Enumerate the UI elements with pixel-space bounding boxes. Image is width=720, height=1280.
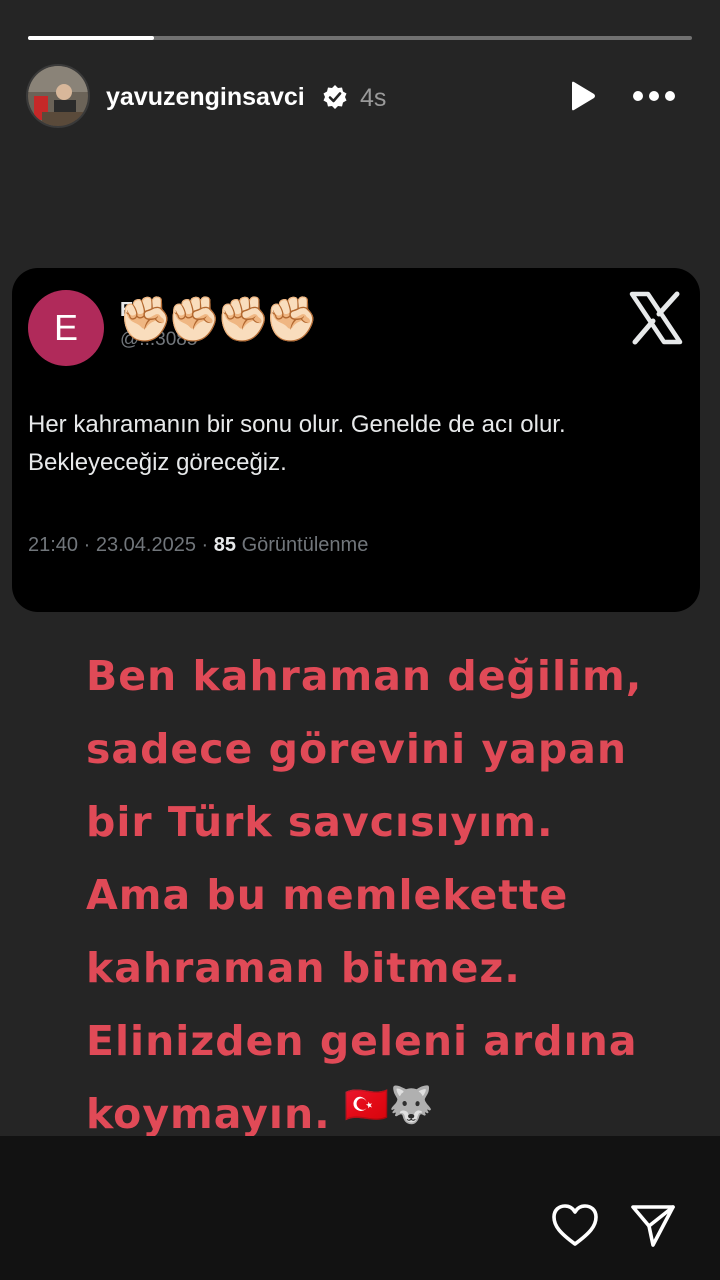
tweet-screenshot: E E... @...3085 ✊🏻✊🏻✊🏻✊🏻 Her kahramanın …: [12, 268, 700, 612]
meta-separator: ·: [201, 534, 209, 556]
meta-separator: ·: [83, 534, 91, 556]
story-username[interactable]: yavuzenginsavci: [106, 83, 305, 111]
more-icon: [633, 91, 675, 101]
more-options-button[interactable]: [628, 78, 680, 114]
story-header: yavuzenginsavci 4s: [0, 64, 720, 128]
heart-icon: [552, 1204, 598, 1246]
verified-badge-icon: [323, 85, 347, 109]
tweet-meta: 21:40 · 23.04.2025 · 85 Görüntülenme: [28, 532, 368, 558]
story-actions-bar: [0, 1136, 720, 1280]
avatar-photo-icon: [28, 66, 88, 126]
send-icon: [631, 1205, 675, 1247]
send-button[interactable]: [628, 1200, 678, 1250]
story-progress-bar: [28, 36, 692, 40]
play-button[interactable]: [564, 78, 600, 114]
story-time-ago: 4s: [360, 84, 387, 112]
flag-wolf-emoji: 🇹🇷🐺: [344, 1084, 434, 1125]
story-progress-fill: [28, 36, 155, 40]
x-logo-icon: [629, 291, 683, 345]
fist-emoji-sticker: ✊🏻✊🏻✊🏻✊🏻: [118, 295, 319, 344]
tweet-views-label: Görüntülenme: [241, 534, 369, 556]
play-icon: [572, 81, 595, 111]
tweet-text: Her kahramanın bir sonu olur. Genelde de…: [28, 411, 566, 476]
story-caption: Ben kahraman değilim, sadece görevini ya…: [86, 652, 643, 1138]
story-viewer: yavuzenginsavci 4s E E... @...3085 ✊🏻✊🏻✊…: [0, 0, 720, 1280]
avatar[interactable]: [26, 64, 90, 128]
tweet-avatar: E: [28, 290, 104, 366]
tweet-date: 23.04.2025: [95, 534, 196, 556]
tweet-views-count: 85: [213, 534, 237, 556]
like-button[interactable]: [550, 1202, 600, 1248]
tweet-time: 21:40: [28, 534, 79, 556]
